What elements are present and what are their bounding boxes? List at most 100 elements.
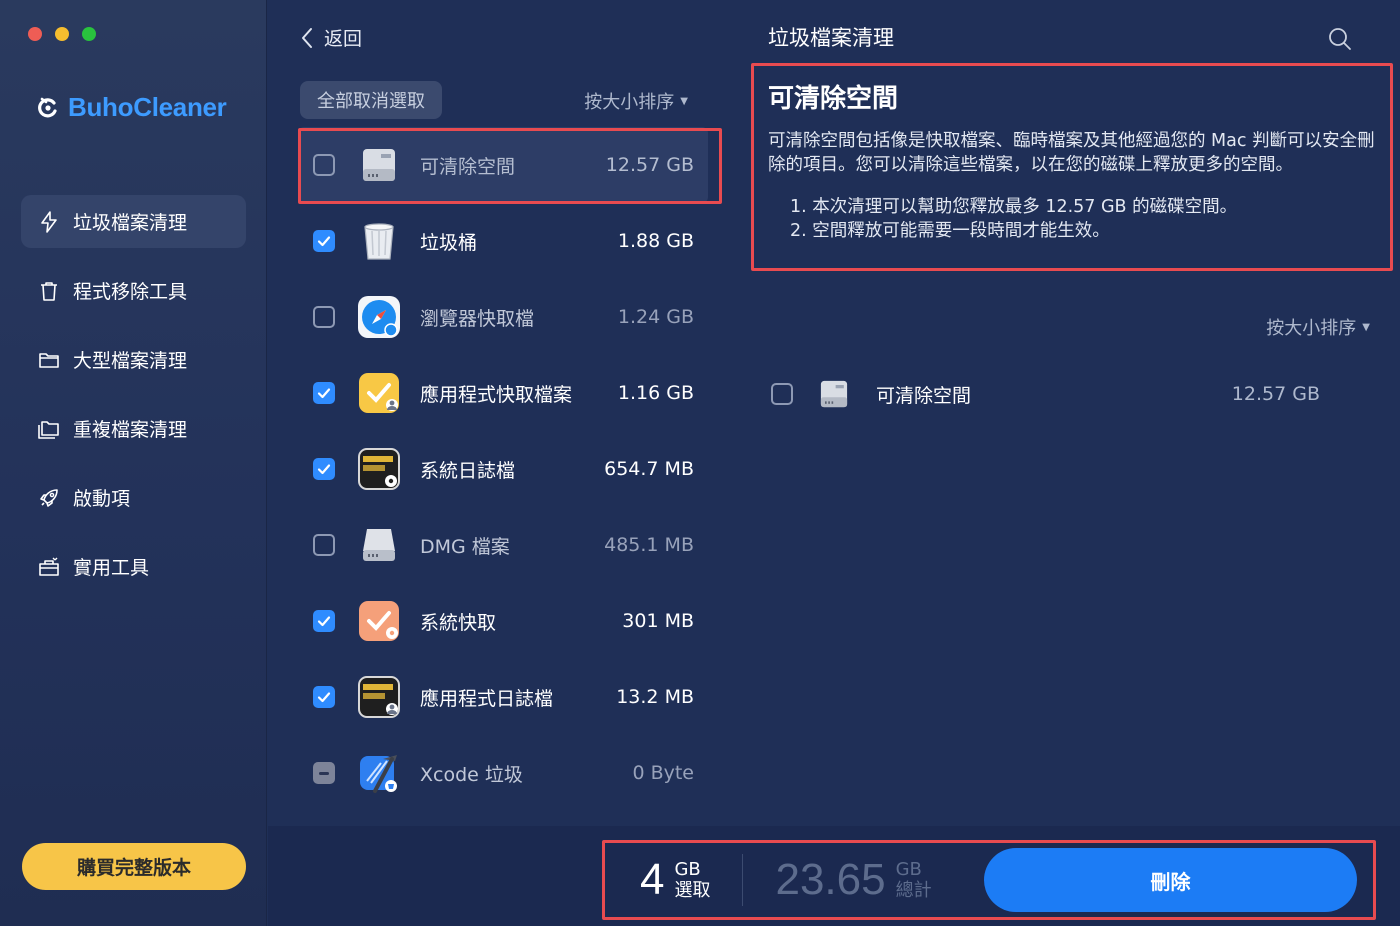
list-item[interactable]: 應用程式快取檔案 1.16 GB bbox=[298, 355, 708, 431]
list-item[interactable]: DMG 檔案 485.1 MB bbox=[298, 507, 708, 583]
list-item[interactable]: 系統日誌檔 654.7 MB bbox=[298, 431, 708, 507]
sidebar-nav: 垃圾檔案清理 程式移除工具 大型檔案清理 重複檔案清理 啟動項 實用工具 bbox=[21, 195, 246, 609]
category-description: 可清除空間 可清除空間包括像是快取檔案、臨時檔案及其他經過您的 Mac 判斷可以… bbox=[752, 64, 1392, 269]
item-size: 1.88 GB bbox=[617, 230, 694, 252]
bolt-icon bbox=[41, 210, 57, 233]
checkmark-icon bbox=[317, 388, 331, 399]
trash-icon bbox=[41, 281, 57, 301]
search-icon[interactable] bbox=[1327, 26, 1353, 52]
item-size: 654.7 MB bbox=[604, 458, 694, 480]
minimize-window-button[interactable] bbox=[55, 27, 69, 41]
sidebar-item-label: 程式移除工具 bbox=[73, 281, 188, 303]
checkmark-icon bbox=[317, 464, 331, 475]
description-text: 可清除空間包括像是快取檔案、臨時檔案及其他經過您的 Mac 判斷可以安全刪除的項… bbox=[768, 131, 1375, 175]
list-item[interactable]: 系統快取 301 MB bbox=[298, 583, 708, 659]
description-point: 1. 本次清理可以幫助您釋放最多 12.57 GB 的磁碟空間。 bbox=[790, 197, 1238, 217]
description-points: 1. 本次清理可以幫助您釋放最多 12.57 GB 的磁碟空間。 2. 空間釋放… bbox=[790, 195, 1376, 243]
detail-list-item[interactable]: 可清除空間 12.57 GB bbox=[768, 371, 1328, 417]
checkbox[interactable] bbox=[313, 610, 335, 632]
category-list-panel: 返回 全部取消選取 按大小排序 ▼ 可清除空間 12.57 GB 垃圾桶 1.8… bbox=[268, 0, 728, 826]
trash-bin-icon bbox=[357, 219, 401, 263]
checkbox[interactable] bbox=[771, 383, 793, 405]
item-name: 系統快取 bbox=[420, 611, 497, 634]
duplicate-folder-icon bbox=[38, 420, 59, 439]
checkmark-icon bbox=[317, 692, 331, 703]
list-item[interactable]: Xcode 垃圾 0 Byte bbox=[298, 735, 708, 811]
divider bbox=[742, 854, 744, 906]
list-item[interactable]: 應用程式日誌檔 13.2 MB bbox=[298, 659, 708, 735]
selected-size-value: 4 bbox=[640, 855, 665, 904]
category-list: 可清除空間 12.57 GB 垃圾桶 1.88 GB 瀏覽器快取檔 1.24 G… bbox=[298, 127, 708, 811]
sidebar-item-label: 重複檔案清理 bbox=[73, 419, 188, 441]
checkbox[interactable] bbox=[313, 686, 335, 708]
selected-label: 選取 bbox=[674, 880, 711, 901]
delete-button[interactable]: 刪除 bbox=[984, 848, 1357, 912]
back-label: 返回 bbox=[324, 28, 363, 50]
item-name: 應用程式日誌檔 bbox=[420, 687, 554, 710]
app-logo: BuhoCleaner bbox=[36, 92, 227, 123]
unit-label: GB bbox=[895, 859, 922, 880]
item-size: 301 MB bbox=[622, 610, 694, 632]
item-size: 13.2 MB bbox=[616, 686, 694, 708]
drive-icon bbox=[816, 376, 852, 412]
size-summary: 4 GB 選取 23.65 GB 總計 bbox=[640, 854, 932, 906]
checkbox[interactable] bbox=[313, 230, 335, 252]
sidebar-item-duplicates[interactable]: 重複檔案清理 bbox=[21, 402, 246, 455]
sort-by-size-dropdown[interactable]: 按大小排序 ▼ bbox=[584, 88, 688, 114]
sidebar-item-app-uninstaller[interactable]: 程式移除工具 bbox=[21, 264, 246, 317]
deselect-all-button[interactable]: 全部取消選取 bbox=[300, 81, 442, 119]
item-size: 0 Byte bbox=[632, 762, 694, 784]
sidebar-item-junk-cleaner[interactable]: 垃圾檔案清理 bbox=[21, 195, 246, 248]
list-item[interactable]: 瀏覽器快取檔 1.24 GB bbox=[298, 279, 708, 355]
drive-icon bbox=[357, 143, 401, 187]
item-size: 12.57 GB bbox=[1231, 383, 1320, 405]
buho-logo-icon bbox=[38, 97, 57, 117]
caret-down-icon: ▼ bbox=[680, 95, 688, 107]
unit-label: GB bbox=[674, 859, 701, 880]
item-name: 可清除空間 bbox=[876, 384, 972, 407]
sort-label: 按大小排序 bbox=[584, 92, 675, 113]
list-item[interactable]: 可清除空間 12.57 GB bbox=[298, 127, 708, 203]
checkbox[interactable] bbox=[313, 154, 335, 176]
item-size: 12.57 GB bbox=[605, 154, 694, 176]
sidebar-item-startup[interactable]: 啟動項 bbox=[21, 471, 246, 524]
sidebar-item-label: 啟動項 bbox=[73, 488, 131, 510]
total-size-unit: GB 總計 bbox=[896, 859, 932, 901]
detail-sort-dropdown[interactable]: 按大小排序 ▼ bbox=[1266, 314, 1370, 340]
item-size: 485.1 MB bbox=[604, 534, 694, 556]
xcode-icon bbox=[357, 751, 401, 795]
dmg-drive-icon bbox=[357, 523, 401, 567]
app-log-icon bbox=[357, 675, 401, 719]
list-item[interactable]: 垃圾桶 1.88 GB bbox=[298, 203, 708, 279]
checkbox[interactable] bbox=[313, 534, 335, 556]
checkbox[interactable] bbox=[313, 306, 335, 328]
sidebar-item-toolkit[interactable]: 實用工具 bbox=[21, 540, 246, 593]
checkbox[interactable] bbox=[313, 382, 335, 404]
sidebar-item-large-files[interactable]: 大型檔案清理 bbox=[21, 333, 246, 386]
sidebar-item-label: 垃圾檔案清理 bbox=[73, 212, 188, 234]
close-window-button[interactable] bbox=[28, 27, 42, 41]
traffic-lights bbox=[28, 27, 96, 41]
item-size: 1.16 GB bbox=[617, 382, 694, 404]
item-name: Xcode 垃圾 bbox=[420, 763, 523, 786]
buy-full-version-button[interactable]: 購買完整版本 bbox=[22, 843, 246, 890]
toolbox-icon bbox=[39, 557, 59, 576]
item-name: 應用程式快取檔案 bbox=[420, 383, 573, 406]
bottom-bar: 4 GB 選取 23.65 GB 總計 刪除 bbox=[268, 826, 1400, 926]
caret-down-icon: ▼ bbox=[1362, 321, 1370, 333]
item-name: 垃圾桶 bbox=[420, 231, 478, 254]
safari-icon bbox=[357, 295, 401, 339]
checkmark-icon bbox=[317, 236, 331, 247]
total-size-value: 23.65 bbox=[775, 855, 886, 904]
system-log-icon bbox=[357, 447, 401, 491]
checkmark-icon bbox=[317, 616, 331, 627]
selected-size-unit: GB 選取 bbox=[674, 859, 710, 901]
item-size: 1.24 GB bbox=[617, 306, 694, 328]
description-title: 可清除空間 bbox=[768, 84, 899, 114]
back-button[interactable]: 返回 bbox=[300, 24, 362, 51]
folder-icon bbox=[39, 352, 59, 368]
checkbox[interactable] bbox=[313, 762, 335, 784]
sidebar-item-label: 大型檔案清理 bbox=[73, 350, 188, 372]
zoom-window-button[interactable] bbox=[82, 27, 96, 41]
checkbox[interactable] bbox=[313, 458, 335, 480]
